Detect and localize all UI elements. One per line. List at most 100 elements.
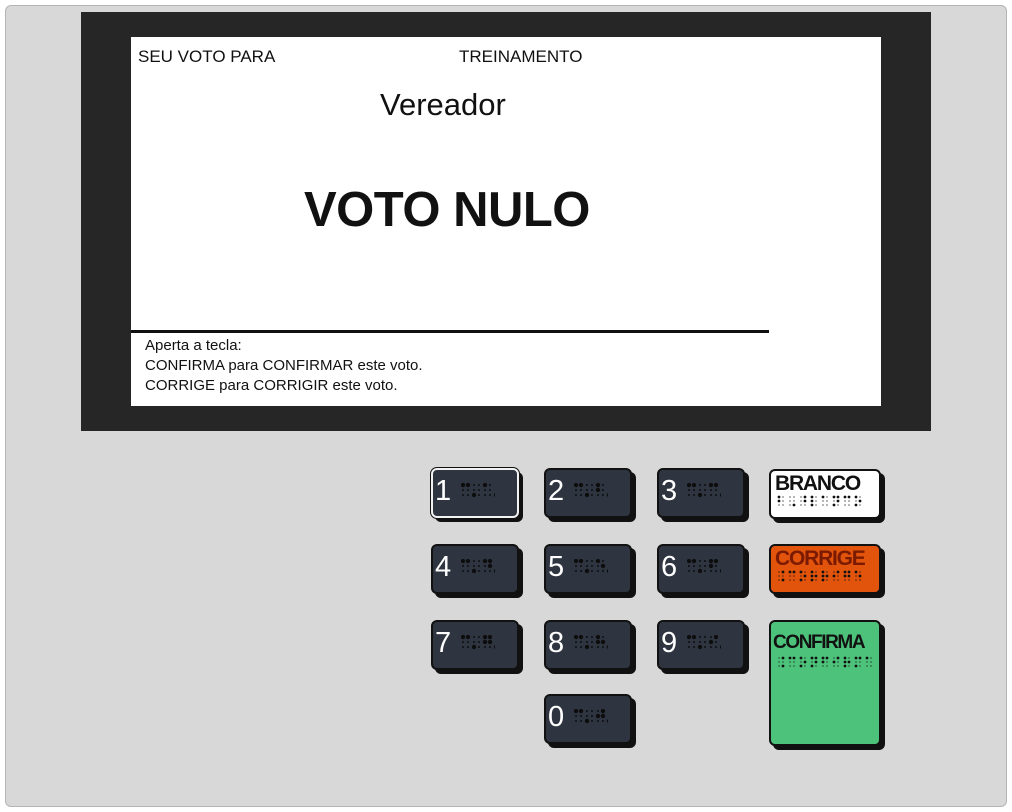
braille-dot — [693, 494, 695, 496]
key-digit: 7 — [435, 627, 452, 659]
braille-dot — [584, 568, 590, 574]
key-6[interactable]: 6 — [657, 544, 745, 594]
braille-dot — [854, 570, 858, 574]
key-4[interactable]: 4 — [431, 544, 519, 594]
braille-dot — [719, 493, 721, 497]
braille-dot — [866, 665, 868, 667]
braille-dot — [800, 496, 802, 498]
braille-dot — [793, 661, 795, 663]
braille-dot — [699, 641, 701, 643]
key-8[interactable]: 8 — [544, 620, 632, 670]
braille-dot — [487, 563, 493, 569]
braille-dot — [602, 720, 604, 722]
braille-dot — [478, 489, 480, 491]
braille-dot — [493, 569, 495, 573]
key-2[interactable]: 2 — [544, 468, 632, 518]
braille-dot — [578, 559, 584, 564]
confirma-button[interactable]: CONFIRMA — [769, 620, 881, 746]
braille-dot — [715, 570, 717, 572]
braille-dot — [710, 489, 712, 491]
braille-dot — [595, 487, 601, 493]
braille-dot — [789, 496, 791, 498]
braille-dot — [687, 483, 692, 488]
braille-dot — [462, 565, 464, 567]
key-digit: 0 — [548, 701, 565, 733]
braille-dot — [789, 575, 791, 577]
braille-dot — [687, 635, 692, 640]
braille-dot — [708, 559, 714, 564]
braille-dot — [826, 504, 828, 506]
braille-dot — [782, 661, 784, 663]
braille-dot — [580, 489, 582, 491]
key-0[interactable]: 0 — [544, 694, 632, 744]
key-9[interactable]: 9 — [657, 620, 745, 670]
braille-dot — [473, 489, 475, 491]
braille-dot — [699, 489, 701, 491]
braille-dot — [482, 635, 488, 640]
braille-dot — [870, 657, 872, 659]
braille-dot — [865, 656, 869, 660]
braille-dot — [792, 570, 796, 574]
braille-dot — [715, 489, 717, 491]
braille-dot — [586, 636, 588, 638]
braille-dot — [586, 560, 588, 562]
braille-dot — [843, 656, 847, 660]
braille-dot — [462, 641, 464, 643]
key-digit: 8 — [548, 627, 565, 659]
braille-dot — [688, 570, 690, 572]
braille-dot — [781, 656, 785, 660]
braille-dot — [465, 635, 471, 640]
key-3[interactable]: 3 — [657, 468, 745, 518]
braille-dot — [575, 646, 577, 648]
braille-dot — [597, 565, 599, 567]
branco-button[interactable]: BRANCO — [769, 469, 881, 519]
braille-dot — [688, 646, 690, 648]
braille-dot — [489, 484, 491, 486]
braille-dot — [837, 661, 839, 663]
braille-dot — [855, 661, 857, 663]
branco-label: BRANCO — [775, 472, 861, 495]
key-7[interactable]: 7 — [431, 620, 519, 670]
braille-dot — [814, 660, 818, 664]
braille-dot — [870, 661, 872, 663]
braille-dot — [575, 494, 577, 496]
braille-dot — [708, 563, 714, 569]
corrige-button[interactable]: CORRIGE — [769, 544, 881, 594]
braille-dot — [792, 503, 796, 507]
braille-dot — [591, 720, 593, 722]
braille-dot — [597, 494, 599, 496]
header-treinamento: TREINAMENTO — [459, 47, 583, 66]
braille-dot — [804, 665, 806, 667]
braille-dot — [778, 657, 780, 659]
braille-dot — [591, 715, 593, 717]
braille-dot — [715, 494, 717, 496]
key-5[interactable]: 5 — [544, 544, 632, 594]
braille-dot — [693, 570, 695, 572]
braille-dot — [687, 559, 692, 564]
braille-dot — [837, 665, 839, 667]
braille-dot — [473, 560, 475, 562]
braille-dot — [591, 646, 593, 648]
key-1[interactable]: 1 — [431, 468, 519, 518]
braille-dot — [467, 489, 469, 491]
braille-dot — [777, 499, 781, 503]
braille-dot — [467, 570, 469, 572]
braille-dot — [815, 496, 817, 498]
braille-dot — [461, 483, 466, 488]
braille-dot — [810, 499, 814, 503]
braille-dot — [462, 489, 464, 491]
braille-dot — [826, 496, 828, 498]
braille-dot — [713, 559, 719, 564]
braille-dot — [782, 500, 784, 502]
braille-dot — [467, 565, 469, 567]
braille-dot — [822, 500, 824, 502]
braille-dot — [688, 489, 690, 491]
braille-dot — [575, 715, 577, 717]
braille-dot — [859, 496, 861, 498]
braille-dot — [697, 644, 703, 650]
braille-dot — [489, 489, 491, 491]
braille-dot — [832, 495, 836, 499]
instruction-line: CORRIGE para CORRIGIR este voto. — [145, 377, 398, 394]
braille-dot — [847, 495, 851, 499]
braille-dot — [580, 641, 582, 643]
